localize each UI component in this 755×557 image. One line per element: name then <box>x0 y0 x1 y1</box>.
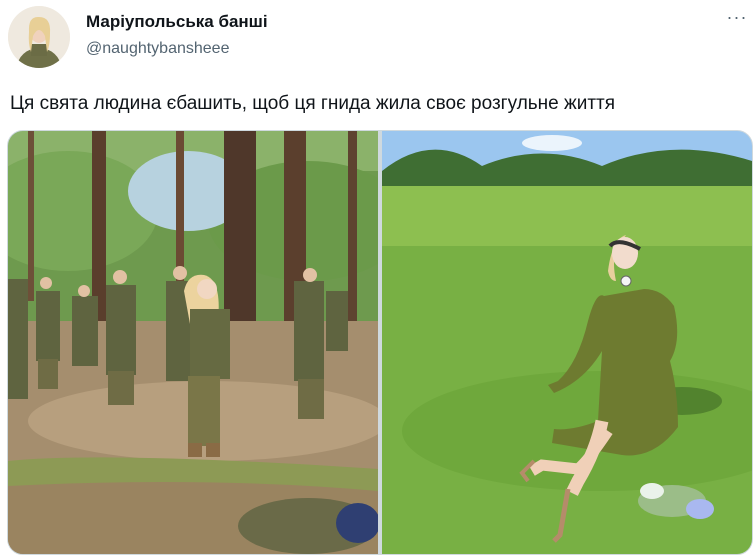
tweet-media <box>7 130 753 555</box>
author-handle[interactable]: @naughtybansheee <box>86 40 229 58</box>
author-display-name[interactable]: Маріупольська банші <box>86 12 268 32</box>
more-options-icon[interactable]: ··· <box>724 8 750 30</box>
avatar-image <box>8 6 70 68</box>
tweet-text: Ця свята людина єбашить, щоб ця гнида жи… <box>10 93 616 114</box>
woman-on-lawn-photo[interactable] <box>382 131 752 554</box>
avatar[interactable] <box>8 6 70 68</box>
soldiers-in-forest-photo[interactable] <box>8 131 378 554</box>
